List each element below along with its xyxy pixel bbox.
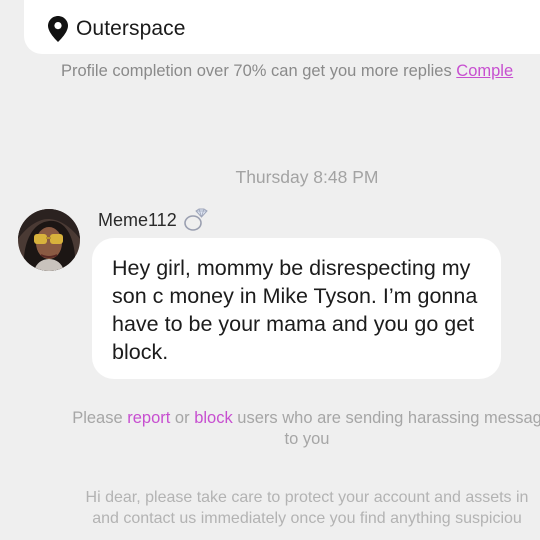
harassment-prefix: Please bbox=[72, 409, 128, 427]
harassment-notice-line1: Please report or block users who are sen… bbox=[0, 408, 540, 429]
profile-completion-hint: Profile completion over 70% can get you … bbox=[0, 62, 540, 81]
report-link[interactable]: report bbox=[127, 409, 170, 427]
sender-avatar[interactable] bbox=[18, 209, 80, 271]
safety-notice: Hi dear, please take care to protect you… bbox=[0, 487, 540, 529]
location-pin-icon bbox=[48, 16, 68, 42]
complete-profile-link[interactable]: Comple bbox=[456, 62, 513, 80]
harassment-suffix: users who are sending harassing messag bbox=[232, 409, 540, 427]
message-timestamp: Thursday 8:48 PM bbox=[235, 167, 379, 187]
sender-row: Meme112 bbox=[98, 208, 208, 232]
safety-notice-line1: Hi dear, please take care to protect you… bbox=[85, 489, 529, 506]
harassment-middle: or bbox=[170, 409, 195, 427]
sender-name[interactable]: Meme112 bbox=[98, 210, 177, 231]
profile-completion-text: Profile completion over 70% can get you … bbox=[61, 62, 457, 80]
diamond-ring-icon bbox=[183, 208, 208, 231]
block-link[interactable]: block bbox=[194, 409, 233, 427]
message-text: Hey girl, mommy be disrespecting my son … bbox=[112, 256, 478, 364]
harassment-notice: Please report or block users who are sen… bbox=[0, 408, 540, 450]
message-bubble[interactable]: Hey girl, mommy be disrespecting my son … bbox=[92, 238, 501, 379]
location-row: Outerspace bbox=[48, 14, 186, 44]
location-text: Outerspace bbox=[76, 17, 186, 40]
safety-notice-line2: and contact us immediately once you find… bbox=[92, 510, 522, 527]
harassment-notice-line2: to you bbox=[284, 430, 330, 448]
